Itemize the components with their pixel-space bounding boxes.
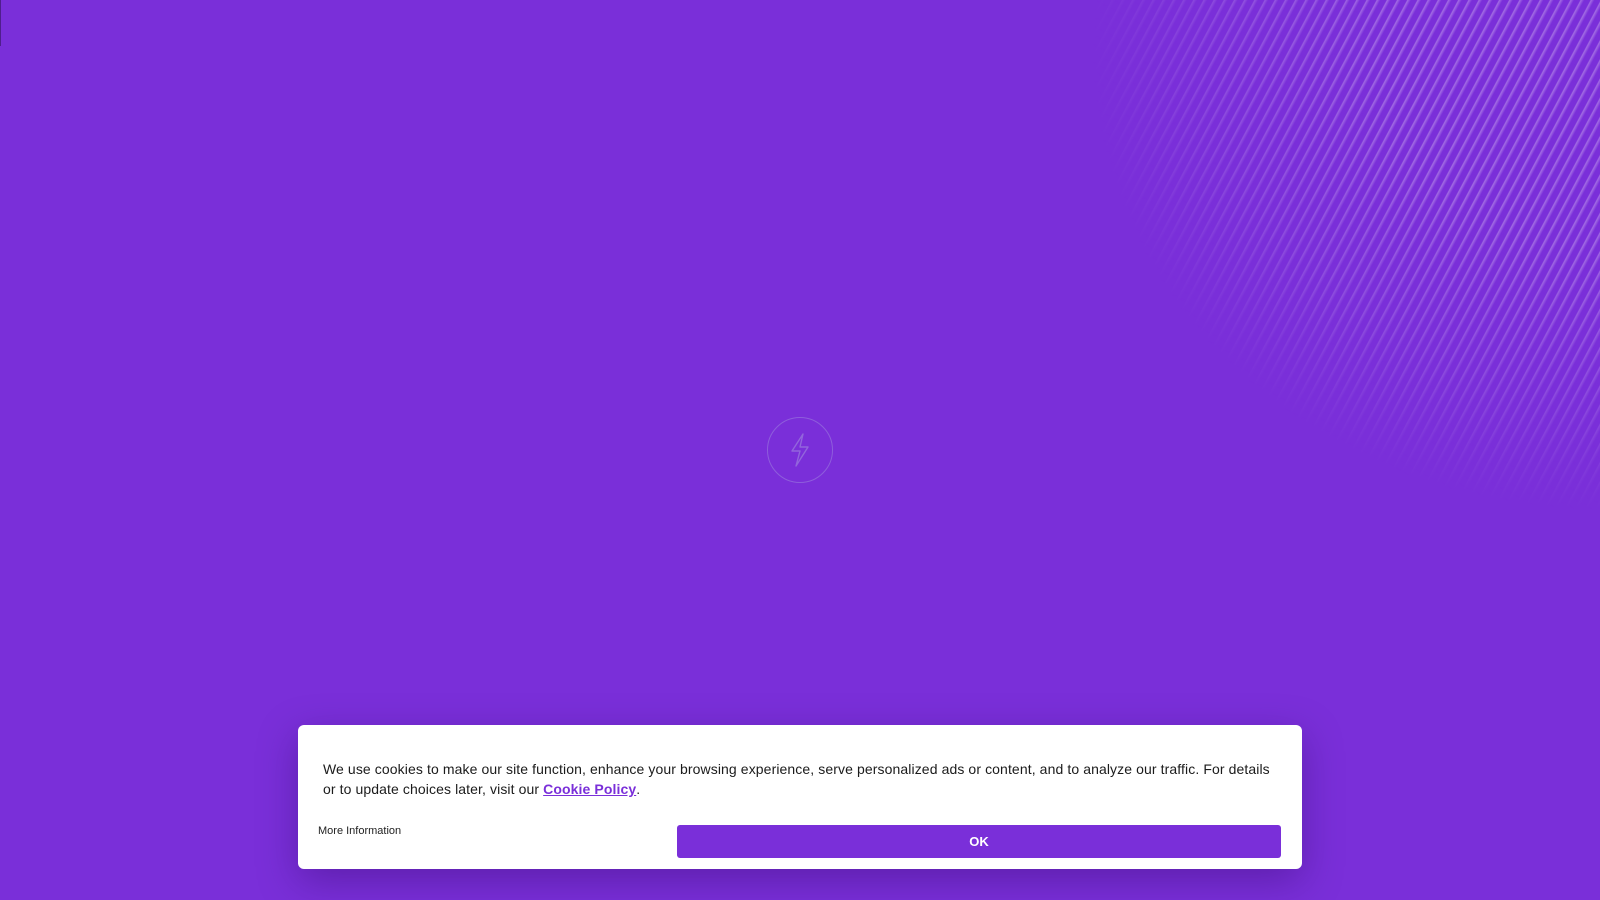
edge-divider [0,0,1,46]
lightning-bolt-svg [791,433,809,467]
cookie-message: We use cookies to make our site function… [323,759,1283,799]
cookie-message-end: . [636,781,641,797]
cookie-policy-link[interactable]: Cookie Policy [543,781,636,797]
decorative-wave-pattern [820,0,1600,640]
cookie-message-text: We use cookies to make our site function… [323,761,1270,797]
ok-button[interactable]: OK [677,825,1281,858]
page-bottom-strip [0,876,1600,900]
cookie-consent-banner: We use cookies to make our site function… [298,725,1302,869]
lightning-bolt-icon [767,417,833,483]
more-information-link[interactable]: More Information [318,825,401,837]
